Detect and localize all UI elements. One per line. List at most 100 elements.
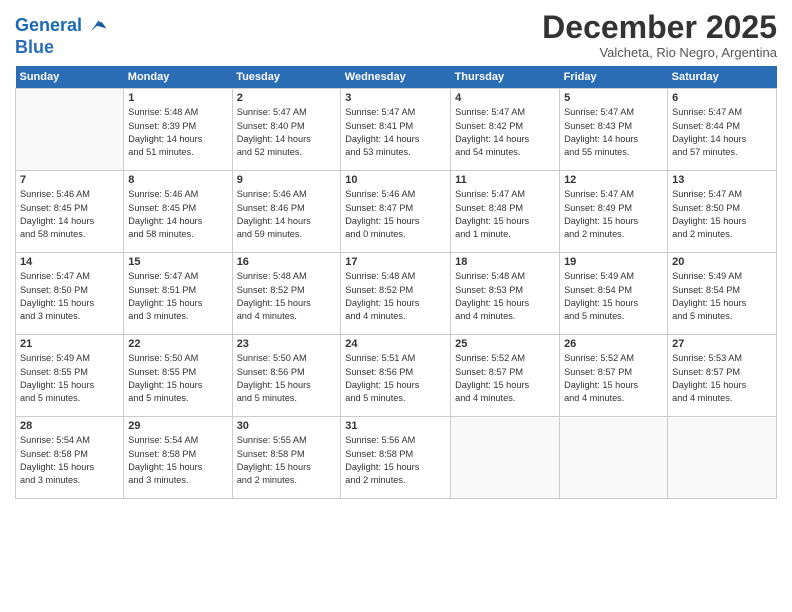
day-number: 28 [20, 420, 119, 432]
weekday-header: Thursday [451, 66, 560, 89]
calendar-cell: 2 Sunrise: 5:47 AM Sunset: 8:40 PM Daylig… [232, 89, 341, 171]
day-info: Sunrise: 5:54 AM Sunset: 8:58 PM Dayligh… [128, 434, 227, 487]
calendar-table: SundayMondayTuesdayWednesdayThursdayFrid… [15, 66, 777, 499]
calendar-week-row: 1 Sunrise: 5:48 AM Sunset: 8:39 PM Daylig… [16, 89, 777, 171]
calendar-cell: 18 Sunrise: 5:48 AM Sunset: 8:53 PM Dayli… [451, 253, 560, 335]
day-number: 4 [455, 92, 555, 104]
day-number: 30 [237, 420, 337, 432]
weekday-header: Wednesday [341, 66, 451, 89]
day-info: Sunrise: 5:54 AM Sunset: 8:58 PM Dayligh… [20, 434, 119, 487]
day-number: 26 [564, 338, 663, 350]
logo: General Blue [15, 14, 108, 58]
calendar-cell: 24Sunrise: 5:51 AM Sunset: 8:56 PM Dayli… [341, 335, 451, 417]
calendar-cell: 4 Sunrise: 5:47 AM Sunset: 8:42 PM Daylig… [451, 89, 560, 171]
day-info: Sunrise: 5:46 AM Sunset: 8:47 PM Dayligh… [345, 188, 446, 241]
calendar-header-row: SundayMondayTuesdayWednesdayThursdayFrid… [16, 66, 777, 89]
day-number: 12 [564, 174, 663, 186]
calendar-cell: 14Sunrise: 5:47 AM Sunset: 8:50 PM Dayli… [16, 253, 124, 335]
day-info: Sunrise: 5:53 AM Sunset: 8:57 PM Dayligh… [672, 352, 772, 405]
day-info: Sunrise: 5:56 AM Sunset: 8:58 PM Dayligh… [345, 434, 446, 487]
calendar-cell: 9Sunrise: 5:46 AM Sunset: 8:46 PM Daylig… [232, 171, 341, 253]
page-container: General Blue December 2025 Valcheta, Rio… [0, 0, 792, 509]
day-info: Sunrise: 5:47 AM Sunset: 8:41 PM Dayligh… [345, 106, 446, 159]
calendar-cell: 19Sunrise: 5:49 AM Sunset: 8:54 PM Dayli… [560, 253, 668, 335]
day-info: Sunrise: 5:47 AM Sunset: 8:42 PM Dayligh… [455, 106, 555, 159]
day-number: 5 [564, 92, 663, 104]
calendar-cell: 15 Sunrise: 5:47 AM Sunset: 8:51 PM Dayli… [124, 253, 232, 335]
calendar-cell: 26Sunrise: 5:52 AM Sunset: 8:57 PM Dayli… [560, 335, 668, 417]
title-block: December 2025 Valcheta, Rio Negro, Argen… [542, 10, 777, 60]
day-info: Sunrise: 5:50 AM Sunset: 8:55 PM Dayligh… [128, 352, 227, 405]
calendar-cell: 12 Sunrise: 5:47 AM Sunset: 8:49 PM Dayli… [560, 171, 668, 253]
day-info: Sunrise: 5:51 AM Sunset: 8:56 PM Dayligh… [345, 352, 446, 405]
calendar-week-row: 7 Sunrise: 5:46 AM Sunset: 8:45 PM Daylig… [16, 171, 777, 253]
day-info: Sunrise: 5:46 AM Sunset: 8:45 PM Dayligh… [128, 188, 227, 241]
calendar-cell: 3Sunrise: 5:47 AM Sunset: 8:41 PM Daylig… [341, 89, 451, 171]
logo-text: General [15, 16, 82, 36]
calendar-cell: 27 Sunrise: 5:53 AM Sunset: 8:57 PM Dayli… [668, 335, 777, 417]
calendar-cell: 6 Sunrise: 5:47 AM Sunset: 8:44 PM Daylig… [668, 89, 777, 171]
day-number: 7 [20, 174, 119, 186]
day-number: 16 [237, 256, 337, 268]
calendar-cell: 30 Sunrise: 5:55 AM Sunset: 8:58 PM Dayli… [232, 417, 341, 499]
day-info: Sunrise: 5:47 AM Sunset: 8:50 PM Dayligh… [672, 188, 772, 241]
day-info: Sunrise: 5:48 AM Sunset: 8:53 PM Dayligh… [455, 270, 555, 323]
calendar-cell: 17Sunrise: 5:48 AM Sunset: 8:52 PM Dayli… [341, 253, 451, 335]
day-number: 15 [128, 256, 227, 268]
calendar-cell: 21 Sunrise: 5:49 AM Sunset: 8:55 PM Dayli… [16, 335, 124, 417]
calendar-cell: 29 Sunrise: 5:54 AM Sunset: 8:58 PM Dayli… [124, 417, 232, 499]
day-info: Sunrise: 5:47 AM Sunset: 8:40 PM Dayligh… [237, 106, 337, 159]
calendar-week-row: 21 Sunrise: 5:49 AM Sunset: 8:55 PM Dayli… [16, 335, 777, 417]
day-number: 14 [20, 256, 119, 268]
day-number: 25 [455, 338, 555, 350]
calendar-cell [16, 89, 124, 171]
calendar-cell: 11 Sunrise: 5:47 AM Sunset: 8:48 PM Dayli… [451, 171, 560, 253]
day-number: 21 [20, 338, 119, 350]
weekday-header: Tuesday [232, 66, 341, 89]
day-number: 13 [672, 174, 772, 186]
day-info: Sunrise: 5:49 AM Sunset: 8:55 PM Dayligh… [20, 352, 119, 405]
day-number: 22 [128, 338, 227, 350]
calendar-cell: 5Sunrise: 5:47 AM Sunset: 8:43 PM Daylig… [560, 89, 668, 171]
day-info: Sunrise: 5:49 AM Sunset: 8:54 PM Dayligh… [564, 270, 663, 323]
day-info: Sunrise: 5:48 AM Sunset: 8:39 PM Dayligh… [128, 106, 227, 159]
day-info: Sunrise: 5:47 AM Sunset: 8:49 PM Dayligh… [564, 188, 663, 241]
calendar-cell: 28 Sunrise: 5:54 AM Sunset: 8:58 PM Dayli… [16, 417, 124, 499]
day-number: 1 [128, 92, 227, 104]
calendar-cell: 25 Sunrise: 5:52 AM Sunset: 8:57 PM Dayli… [451, 335, 560, 417]
calendar-week-row: 14Sunrise: 5:47 AM Sunset: 8:50 PM Dayli… [16, 253, 777, 335]
calendar-cell: 16Sunrise: 5:48 AM Sunset: 8:52 PM Dayli… [232, 253, 341, 335]
logo-blue-text: Blue [15, 38, 108, 58]
weekday-header: Sunday [16, 66, 124, 89]
day-info: Sunrise: 5:46 AM Sunset: 8:45 PM Dayligh… [20, 188, 119, 241]
day-number: 11 [455, 174, 555, 186]
day-number: 6 [672, 92, 772, 104]
day-number: 23 [237, 338, 337, 350]
weekday-header: Saturday [668, 66, 777, 89]
calendar-week-row: 28 Sunrise: 5:54 AM Sunset: 8:58 PM Dayli… [16, 417, 777, 499]
calendar-cell: 7 Sunrise: 5:46 AM Sunset: 8:45 PM Daylig… [16, 171, 124, 253]
day-number: 27 [672, 338, 772, 350]
calendar-cell: 1 Sunrise: 5:48 AM Sunset: 8:39 PM Daylig… [124, 89, 232, 171]
day-info: Sunrise: 5:47 AM Sunset: 8:48 PM Dayligh… [455, 188, 555, 241]
calendar-cell [668, 417, 777, 499]
calendar-cell: 23 Sunrise: 5:50 AM Sunset: 8:56 PM Dayli… [232, 335, 341, 417]
day-info: Sunrise: 5:47 AM Sunset: 8:44 PM Dayligh… [672, 106, 772, 159]
calendar-cell: 20 Sunrise: 5:49 AM Sunset: 8:54 PM Dayli… [668, 253, 777, 335]
day-number: 29 [128, 420, 227, 432]
day-info: Sunrise: 5:49 AM Sunset: 8:54 PM Dayligh… [672, 270, 772, 323]
month-title: December 2025 [542, 10, 777, 45]
day-number: 2 [237, 92, 337, 104]
calendar-cell [560, 417, 668, 499]
logo-icon [84, 14, 108, 38]
day-number: 18 [455, 256, 555, 268]
day-info: Sunrise: 5:50 AM Sunset: 8:56 PM Dayligh… [237, 352, 337, 405]
day-number: 31 [345, 420, 446, 432]
location-subtitle: Valcheta, Rio Negro, Argentina [542, 45, 777, 60]
day-info: Sunrise: 5:47 AM Sunset: 8:51 PM Dayligh… [128, 270, 227, 323]
day-number: 17 [345, 256, 446, 268]
calendar-cell: 8Sunrise: 5:46 AM Sunset: 8:45 PM Daylig… [124, 171, 232, 253]
day-info: Sunrise: 5:52 AM Sunset: 8:57 PM Dayligh… [455, 352, 555, 405]
day-info: Sunrise: 5:55 AM Sunset: 8:58 PM Dayligh… [237, 434, 337, 487]
day-number: 20 [672, 256, 772, 268]
